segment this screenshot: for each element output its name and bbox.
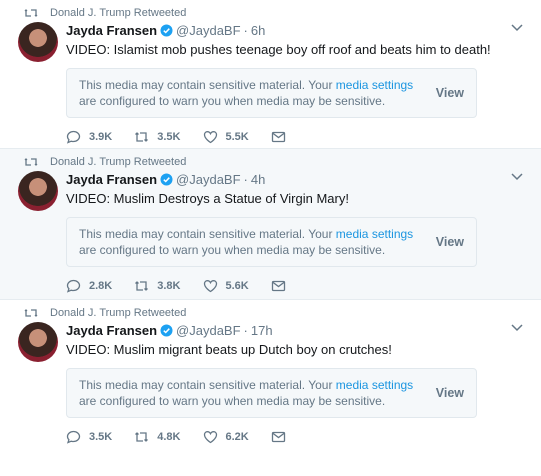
warning-text-prefix: This media may contain sensitive materia… <box>79 78 336 92</box>
separator-dot: · <box>243 23 248 38</box>
retweet-count: 4.8K <box>157 431 181 443</box>
view-button[interactable]: View <box>436 385 464 401</box>
retweet-icon <box>24 309 38 317</box>
tweet-text: VIDEO: Muslim migrant beats up Dutch boy… <box>66 342 392 357</box>
view-button[interactable]: View <box>436 234 464 250</box>
direct-message-button[interactable] <box>271 430 294 444</box>
retweet-context-label: Donald J. Trump Retweeted <box>50 156 187 168</box>
warning-text-prefix: This media may contain sensitive materia… <box>79 227 336 241</box>
warning-text-suffix: are configured to warn you when media ma… <box>79 243 386 257</box>
sensitive-media-warning: This media may contain sensitive materia… <box>66 368 477 418</box>
timeline: Donald J. Trump Retweeted Jayda Fransen … <box>0 0 541 476</box>
media-settings-link[interactable]: media settings <box>336 78 413 92</box>
tweet-actions: 3.5K 4.8K 6.2K <box>66 430 523 444</box>
timestamp[interactable]: 17h <box>251 323 273 338</box>
retweet-icon <box>24 158 38 166</box>
avatar[interactable] <box>18 171 58 211</box>
verified-badge-icon <box>160 173 173 186</box>
tweet-header: Jayda Fransen @JaydaBF · 4h <box>66 171 523 188</box>
author-name[interactable]: Jayda Fransen <box>66 172 157 187</box>
direct-message-button[interactable] <box>271 130 294 144</box>
media-settings-link[interactable]: media settings <box>336 378 413 392</box>
tweet[interactable]: Donald J. Trump Retweeted Jayda Fransen … <box>0 0 541 148</box>
retweet-button[interactable]: 4.8K <box>134 430 181 444</box>
media-settings-link[interactable]: media settings <box>336 227 413 241</box>
reply-icon <box>66 130 81 144</box>
separator-dot: · <box>243 172 248 187</box>
retweet-icon <box>135 432 149 442</box>
retweet-context: Donald J. Trump Retweeted <box>24 156 186 168</box>
retweet-count: 3.5K <box>157 131 181 143</box>
warning-text-suffix: are configured to warn you when media ma… <box>79 394 386 408</box>
avatar[interactable] <box>18 322 58 362</box>
retweet-context: Donald J. Trump Retweeted <box>24 307 186 319</box>
sensitive-media-warning: This media may contain sensitive materia… <box>66 217 477 267</box>
like-icon <box>203 280 217 293</box>
like-button[interactable]: 5.6K <box>203 279 249 293</box>
reply-count: 3.5K <box>89 431 113 443</box>
reply-button[interactable]: 2.8K <box>66 279 112 293</box>
verified-badge-icon <box>160 324 173 337</box>
timestamp[interactable]: 4h <box>251 172 265 187</box>
tweet[interactable]: Donald J. Trump Retweeted Jayda Fransen … <box>0 300 541 476</box>
retweet-context: Donald J. Trump Retweeted <box>24 7 186 19</box>
verified-badge-icon <box>160 24 173 37</box>
retweet-button[interactable]: 3.8K <box>134 279 181 293</box>
author-handle[interactable]: @JaydaBF <box>176 23 241 38</box>
direct-message-button[interactable] <box>271 279 294 293</box>
retweet-icon <box>135 132 149 142</box>
tweet-text: VIDEO: Islamist mob pushes teenage boy o… <box>66 42 491 57</box>
like-button[interactable]: 5.5K <box>203 130 249 144</box>
chevron-down-icon[interactable] <box>511 24 523 32</box>
retweet-icon <box>24 9 38 17</box>
view-button[interactable]: View <box>436 85 464 101</box>
retweet-icon <box>135 281 149 291</box>
retweet-count: 3.8K <box>157 280 181 292</box>
retweet-button[interactable]: 3.5K <box>134 130 181 144</box>
tweet-actions: 2.8K 3.8K 5.6K <box>66 279 523 293</box>
warning-text-prefix: This media may contain sensitive materia… <box>79 378 336 392</box>
tweet-header: Jayda Fransen @JaydaBF · 17h <box>66 322 523 339</box>
like-button[interactable]: 6.2K <box>203 430 249 444</box>
reply-button[interactable]: 3.9K <box>66 130 112 144</box>
author-handle[interactable]: @JaydaBF <box>176 172 241 187</box>
direct-message-icon <box>271 131 285 143</box>
author-handle[interactable]: @JaydaBF <box>176 323 241 338</box>
sensitive-media-warning: This media may contain sensitive materia… <box>66 68 477 118</box>
author-name[interactable]: Jayda Fransen <box>66 323 157 338</box>
reply-button[interactable]: 3.5K <box>66 430 112 444</box>
avatar[interactable] <box>18 22 58 62</box>
retweet-context-label: Donald J. Trump Retweeted <box>50 307 187 319</box>
like-icon <box>203 431 217 444</box>
like-icon <box>203 131 217 144</box>
like-count: 6.2K <box>225 431 249 443</box>
direct-message-icon <box>271 431 285 443</box>
tweet[interactable]: Donald J. Trump Retweeted Jayda Fransen … <box>0 148 541 300</box>
tweet-header: Jayda Fransen @JaydaBF · 6h <box>66 22 523 39</box>
chevron-down-icon[interactable] <box>511 324 523 332</box>
reply-icon <box>66 279 81 293</box>
reply-count: 2.8K <box>89 280 113 292</box>
like-count: 5.5K <box>225 131 249 143</box>
like-count: 5.6K <box>225 280 249 292</box>
tweet-text: VIDEO: Muslim Destroys a Statue of Virgi… <box>66 191 349 206</box>
timestamp[interactable]: 6h <box>251 23 265 38</box>
reply-icon <box>66 430 81 444</box>
warning-text-suffix: are configured to warn you when media ma… <box>79 94 386 108</box>
author-name[interactable]: Jayda Fransen <box>66 23 157 38</box>
tweet-actions: 3.9K 3.5K 5.5K <box>66 130 523 144</box>
separator-dot: · <box>243 323 248 338</box>
direct-message-icon <box>271 280 285 292</box>
retweet-context-label: Donald J. Trump Retweeted <box>50 7 187 19</box>
reply-count: 3.9K <box>89 131 113 143</box>
chevron-down-icon[interactable] <box>511 173 523 181</box>
